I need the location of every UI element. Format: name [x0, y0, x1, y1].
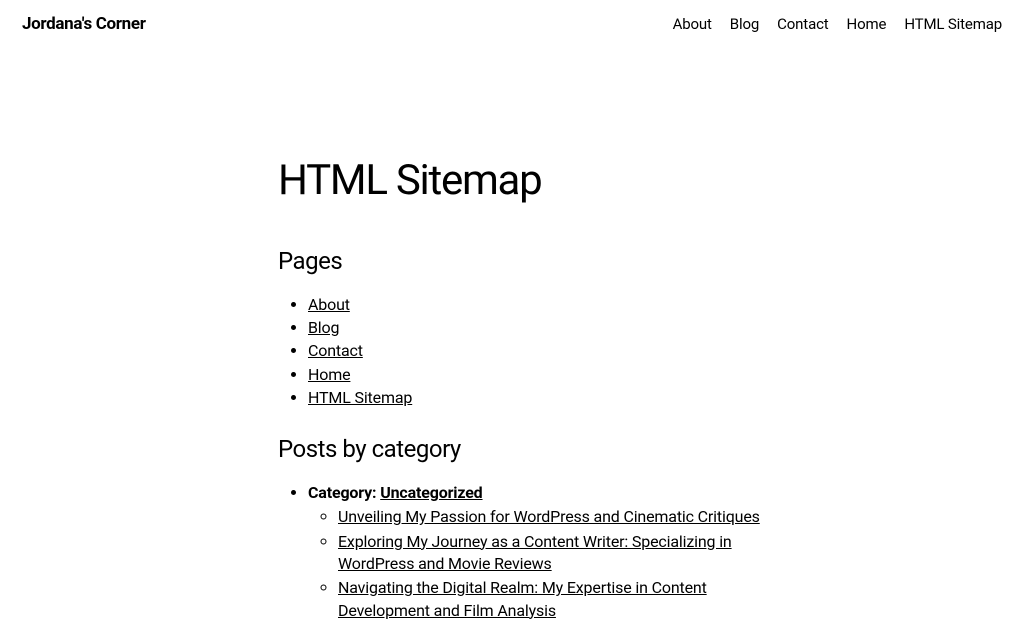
list-item: About — [308, 293, 782, 316]
site-header: Jordana's Corner About Blog Contact Home… — [0, 0, 1024, 48]
posts-heading: Posts by category — [278, 435, 782, 463]
nav-link-html-sitemap[interactable]: HTML Sitemap — [904, 15, 1002, 33]
category-link-uncategorized[interactable]: Uncategorized — [380, 483, 482, 502]
main-content: HTML Sitemap Pages About Blog Contact Ho… — [242, 48, 782, 622]
list-item: Contact — [308, 339, 782, 362]
page-link-contact[interactable]: Contact — [308, 341, 363, 360]
category-prefix: Category: — [308, 483, 380, 502]
page-link-blog[interactable]: Blog — [308, 318, 339, 337]
nav-link-blog[interactable]: Blog — [730, 15, 759, 33]
page-link-about[interactable]: About — [308, 295, 350, 314]
site-title[interactable]: Jordana's Corner — [22, 14, 146, 34]
list-item: HTML Sitemap — [308, 386, 782, 409]
page-link-home[interactable]: Home — [308, 365, 350, 384]
list-item: Exploring My Journey as a Content Writer… — [338, 531, 782, 576]
nav-link-home[interactable]: Home — [847, 15, 887, 33]
nav-link-about[interactable]: About — [673, 15, 712, 33]
post-link[interactable]: Navigating the Digital Realm: My Experti… — [338, 578, 707, 619]
list-item: Blog — [308, 316, 782, 339]
page-title: HTML Sitemap — [278, 156, 782, 205]
post-link[interactable]: Exploring My Journey as a Content Writer… — [338, 532, 732, 573]
category-item: Category: Uncategorized Unveiling My Pas… — [308, 481, 782, 622]
nav-link-contact[interactable]: Contact — [777, 15, 828, 33]
category-list: Category: Uncategorized Unveiling My Pas… — [278, 481, 782, 622]
list-item: Unveiling My Passion for WordPress and C… — [338, 506, 782, 528]
list-item: Home — [308, 363, 782, 386]
page-link-html-sitemap[interactable]: HTML Sitemap — [308, 388, 412, 407]
list-item: Navigating the Digital Realm: My Experti… — [338, 577, 782, 622]
main-nav: About Blog Contact Home HTML Sitemap — [673, 15, 1002, 33]
pages-list: About Blog Contact Home HTML Sitemap — [278, 293, 782, 409]
post-link[interactable]: Unveiling My Passion for WordPress and C… — [338, 507, 760, 526]
pages-heading: Pages — [278, 247, 782, 275]
